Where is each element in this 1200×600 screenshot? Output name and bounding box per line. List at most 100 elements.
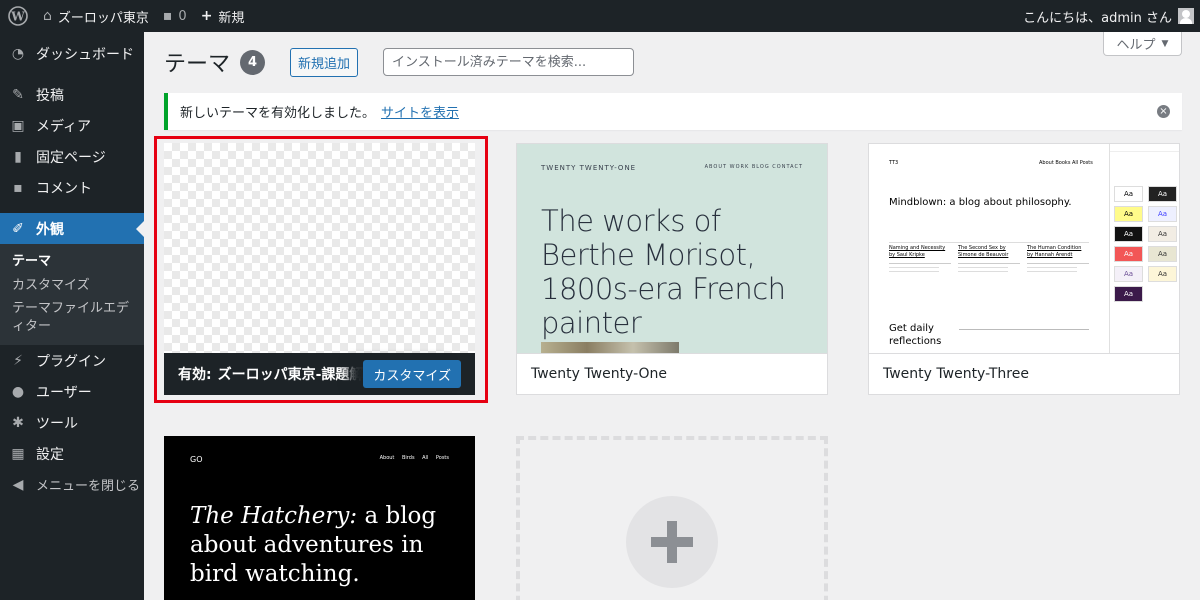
home-icon: ⌂: [43, 8, 52, 24]
menu-label: メニューを閉じる: [36, 479, 141, 495]
style-swatch: Aa: [1114, 266, 1143, 282]
style-swatch: Aa: [1148, 266, 1177, 282]
customize-button[interactable]: カスタマイズ: [363, 360, 461, 388]
menu-label: 設定: [36, 446, 64, 463]
help-label: ヘルプ: [1116, 38, 1156, 53]
preview-main: TT3 About Books All Posts Mindblown: a b…: [869, 144, 1109, 354]
svg-text:W: W: [10, 10, 25, 24]
comment-icon: ▪: [13, 179, 23, 196]
theme-screenshot: TT3 About Books All Posts Mindblown: a b…: [869, 144, 1179, 354]
preview-headline: The Hatchery: a blog about adventures in…: [190, 502, 450, 589]
preview-text-line: [889, 271, 939, 272]
style-swatch: Aa: [1148, 206, 1177, 222]
search-input[interactable]: [383, 48, 635, 76]
site-name-link[interactable]: ⌂ ズーロッパ東京: [36, 0, 156, 32]
plugin-icon: ⚡: [13, 352, 23, 369]
submenu-themes[interactable]: テーマ: [0, 250, 144, 274]
theme-card-twenty-twenty-two[interactable]: GO About Birds All Posts The Hatchery: a…: [164, 436, 475, 600]
menu-posts[interactable]: ✎ 投稿: [0, 79, 144, 110]
collapse-icon: ◀: [12, 476, 24, 493]
help-tab[interactable]: ヘルプ ▼: [1103, 32, 1182, 56]
chevron-down-icon: ▼: [1161, 38, 1169, 49]
menu-label: ツール: [36, 415, 78, 432]
preview-divider: [889, 242, 1089, 243]
dashboard-icon: ◔: [11, 45, 25, 62]
success-notice: 新しいテーマを有効化しました。 サイトを表示 ×: [164, 93, 1182, 130]
submenu-customize[interactable]: カスタマイズ: [0, 274, 144, 298]
submenu-theme-file-editor[interactable]: テーマファイルエディター: [0, 297, 144, 338]
theme-count-badge: 4: [240, 49, 266, 75]
menu-label: 固定ページ: [36, 149, 106, 166]
preview-post: The Human Condition by Hannah Arendt: [1027, 245, 1089, 272]
preview-text-line: [1027, 271, 1077, 272]
preview-nav: About Books All Posts: [1039, 160, 1093, 166]
avatar: [1178, 8, 1194, 24]
preview-text-line: [1027, 267, 1077, 268]
active-theme-name: ズーロッパ東京-課題解説: [217, 367, 378, 383]
view-site-link[interactable]: サイトを表示: [381, 102, 459, 121]
menu-comments[interactable]: ▪ コメント: [0, 172, 144, 203]
page-title: テーマ: [164, 52, 231, 77]
preview-site-title: TWENTY TWENTY-ONE: [541, 164, 637, 172]
add-new-theme-card[interactable]: [516, 436, 828, 600]
menu-label: コメント: [36, 180, 92, 197]
preview-text-line: [958, 271, 1008, 272]
preview-nav: ABOUT WORK BLOG CONTACT: [704, 164, 803, 170]
page-icon: ▮: [14, 148, 22, 165]
menu-label: プラグイン: [36, 353, 106, 370]
preview-text-line: [889, 267, 939, 268]
style-swatch: Aa: [1114, 286, 1143, 302]
theme-card-twenty-twenty-three[interactable]: TT3 About Books All Posts Mindblown: a b…: [868, 143, 1180, 395]
menu-media[interactable]: ▣ メディア: [0, 110, 144, 141]
new-label: 新規: [218, 10, 245, 26]
preview-text-line: [1027, 263, 1089, 264]
theme-name: Twenty Twenty-Three: [869, 353, 1179, 394]
menu-label: 投稿: [36, 87, 64, 104]
preview-post-title: The Human Condition by Hannah Arendt: [1027, 245, 1082, 258]
menu-dashboard[interactable]: ◔ ダッシュボード: [0, 38, 144, 69]
admin-bar: W ⌂ ズーロッパ東京 ▪ 0 + 新規 こんにちは、admin さん: [0, 0, 1200, 32]
greeting: こんにちは、admin さん: [1023, 10, 1172, 26]
preview-text-line: [958, 267, 1008, 268]
settings-icon: ▦: [11, 445, 25, 462]
theme-screenshot: GO About Birds All Posts The Hatchery: a…: [164, 436, 475, 600]
appearance-icon: ✐: [12, 220, 24, 237]
style-swatch: Aa: [1114, 206, 1143, 222]
menu-plugins[interactable]: ⚡ プラグイン: [0, 345, 144, 376]
preview-daily-text: Get daily reflections: [889, 323, 942, 347]
tool-icon: ✱: [12, 414, 24, 431]
menu-users[interactable]: ● ユーザー: [0, 376, 144, 407]
pin-icon: ✎: [12, 86, 24, 103]
plus-icon: [626, 496, 718, 588]
preview-logo: GO: [190, 455, 203, 464]
site-name: ズーロッパ東京: [57, 10, 149, 26]
preview-post-title: The Second Sex by Simone de Beauvoir: [958, 245, 1009, 258]
preview-text-line: [958, 263, 1020, 264]
close-icon[interactable]: ×: [1157, 105, 1170, 118]
style-swatch: Aa: [1114, 226, 1143, 242]
style-swatch: Aa: [1114, 246, 1143, 262]
wordpress-logo-icon[interactable]: W: [0, 0, 36, 32]
preview-nav: About Birds All Posts: [379, 455, 449, 461]
menu-label: ユーザー: [36, 384, 92, 401]
account-menu[interactable]: こんにちは、admin さん: [1016, 0, 1200, 32]
menu-collapse[interactable]: ◀ メニューを閉じる: [0, 469, 144, 500]
theme-name: Twenty Twenty-One: [517, 353, 827, 394]
comments-link[interactable]: ▪ 0: [156, 0, 194, 32]
menu-appearance[interactable]: ✐ 外観: [0, 213, 144, 244]
theme-screenshot: TWENTY TWENTY-ONE ABOUT WORK BLOG CONTAC…: [517, 144, 827, 354]
preview-text-line: [889, 263, 951, 264]
preview-site-title: TT3: [889, 160, 899, 166]
active-label: 有効:: [178, 367, 212, 383]
appearance-submenu: テーマ カスタマイズ テーマファイルエディター: [0, 244, 144, 346]
admin-sidebar: ◔ ダッシュボード ✎ 投稿 ▣ メディア ▮ 固定ページ ▪ コメント ✐ 外観 テーマ …: [0, 32, 144, 600]
theme-card-twenty-twenty-one[interactable]: TWENTY TWENTY-ONE ABOUT WORK BLOG CONTAC…: [516, 143, 828, 395]
menu-pages[interactable]: ▮ 固定ページ: [0, 141, 144, 172]
new-content-link[interactable]: + 新規: [194, 0, 252, 32]
add-new-button[interactable]: 新規追加: [290, 47, 359, 77]
theme-card-active[interactable]: 有効: ズーロッパ東京-課題解説 カスタマイズ: [164, 143, 475, 395]
menu-settings[interactable]: ▦ 設定: [0, 438, 144, 469]
preview-post: Naming and Necessity by Saul Kripke: [889, 245, 951, 272]
menu-tools[interactable]: ✱ ツール: [0, 407, 144, 438]
panel-header: [1110, 144, 1179, 152]
